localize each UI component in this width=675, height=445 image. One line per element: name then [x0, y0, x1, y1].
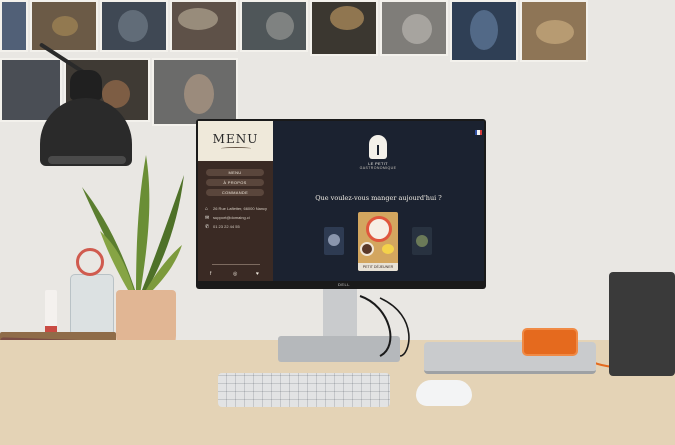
food-plate: [360, 242, 374, 256]
site-logo-text: MENU: [212, 132, 259, 146]
monitor: MENU MENU À PROPOS COMMANDE ⌂ 26 Rue Laf…: [196, 119, 486, 289]
wall-photo: [380, 0, 448, 56]
site-sidebar: MENU MENU À PROPOS COMMANDE ⌂ 26 Rue Laf…: [198, 121, 273, 281]
lamp-head: [70, 70, 102, 100]
food-card-left[interactable]: [324, 227, 344, 255]
logo-flourish: [220, 147, 251, 150]
heart-icon[interactable]: ♥: [256, 271, 259, 277]
nav-menu-button[interactable]: MENU: [206, 169, 264, 176]
brand-subtitle: GASTRONOMIQUE: [359, 166, 397, 170]
home-icon: ⌂: [205, 205, 209, 212]
printer: [609, 272, 675, 376]
mouse: [416, 380, 472, 406]
info-phone[interactable]: ✆ 01 23 22 44 55: [205, 224, 240, 229]
glue-stick: [45, 290, 57, 334]
info-email[interactable]: ✉ support@domaing.ci: [205, 215, 250, 220]
wall-photo: [310, 0, 378, 56]
pencil-jar: [70, 274, 114, 336]
food-plate: [328, 234, 340, 246]
wall-photo: [450, 0, 518, 62]
site-logo[interactable]: MENU: [198, 121, 273, 161]
info-address: ⌂ 26 Rue Lafletter, 66000 Nancy: [205, 206, 267, 211]
address-text: 26 Rue Lafletter, 66000 Nancy: [213, 206, 268, 211]
language-flag-icon[interactable]: [475, 130, 482, 135]
nav-about-button[interactable]: À PROPOS: [206, 179, 264, 186]
chef-hat-icon: [369, 135, 387, 159]
keyboard: [218, 373, 390, 407]
instagram-icon[interactable]: ◎: [233, 271, 237, 277]
food-plate: [366, 216, 392, 242]
wall-photo: [0, 0, 28, 52]
hero-question: Que voulez-vous manger aujourd'hui ?: [315, 194, 442, 202]
wall-photo: [520, 0, 588, 62]
facebook-icon[interactable]: f: [210, 271, 211, 277]
food-card-label: PETIT DÉJEUNER: [358, 263, 398, 271]
food-plate: [416, 235, 428, 247]
email-text: support@domaing.ci: [213, 215, 250, 220]
brand-block: LE PETIT GASTRONOMIQUE: [358, 135, 398, 170]
food-card-right[interactable]: [412, 227, 432, 255]
food-plate: [382, 244, 394, 254]
phone-icon: ✆: [205, 223, 210, 230]
external-drive: [522, 328, 578, 356]
wall-photo: [240, 0, 308, 52]
wall-photo: [170, 0, 238, 52]
scissors: [76, 248, 104, 276]
food-card-featured[interactable]: PETIT DÉJEUNER: [358, 212, 398, 271]
sidebar-divider: [212, 264, 260, 265]
mail-icon: ✉: [205, 214, 210, 221]
nav-order-button[interactable]: COMMANDE: [206, 189, 264, 196]
wall-photo: [152, 58, 238, 126]
phone-text: 01 23 22 44 55: [213, 224, 240, 229]
monitor-screen: MENU MENU À PROPOS COMMANDE ⌂ 26 Rue Laf…: [198, 121, 484, 281]
wall-photo: [100, 0, 168, 52]
